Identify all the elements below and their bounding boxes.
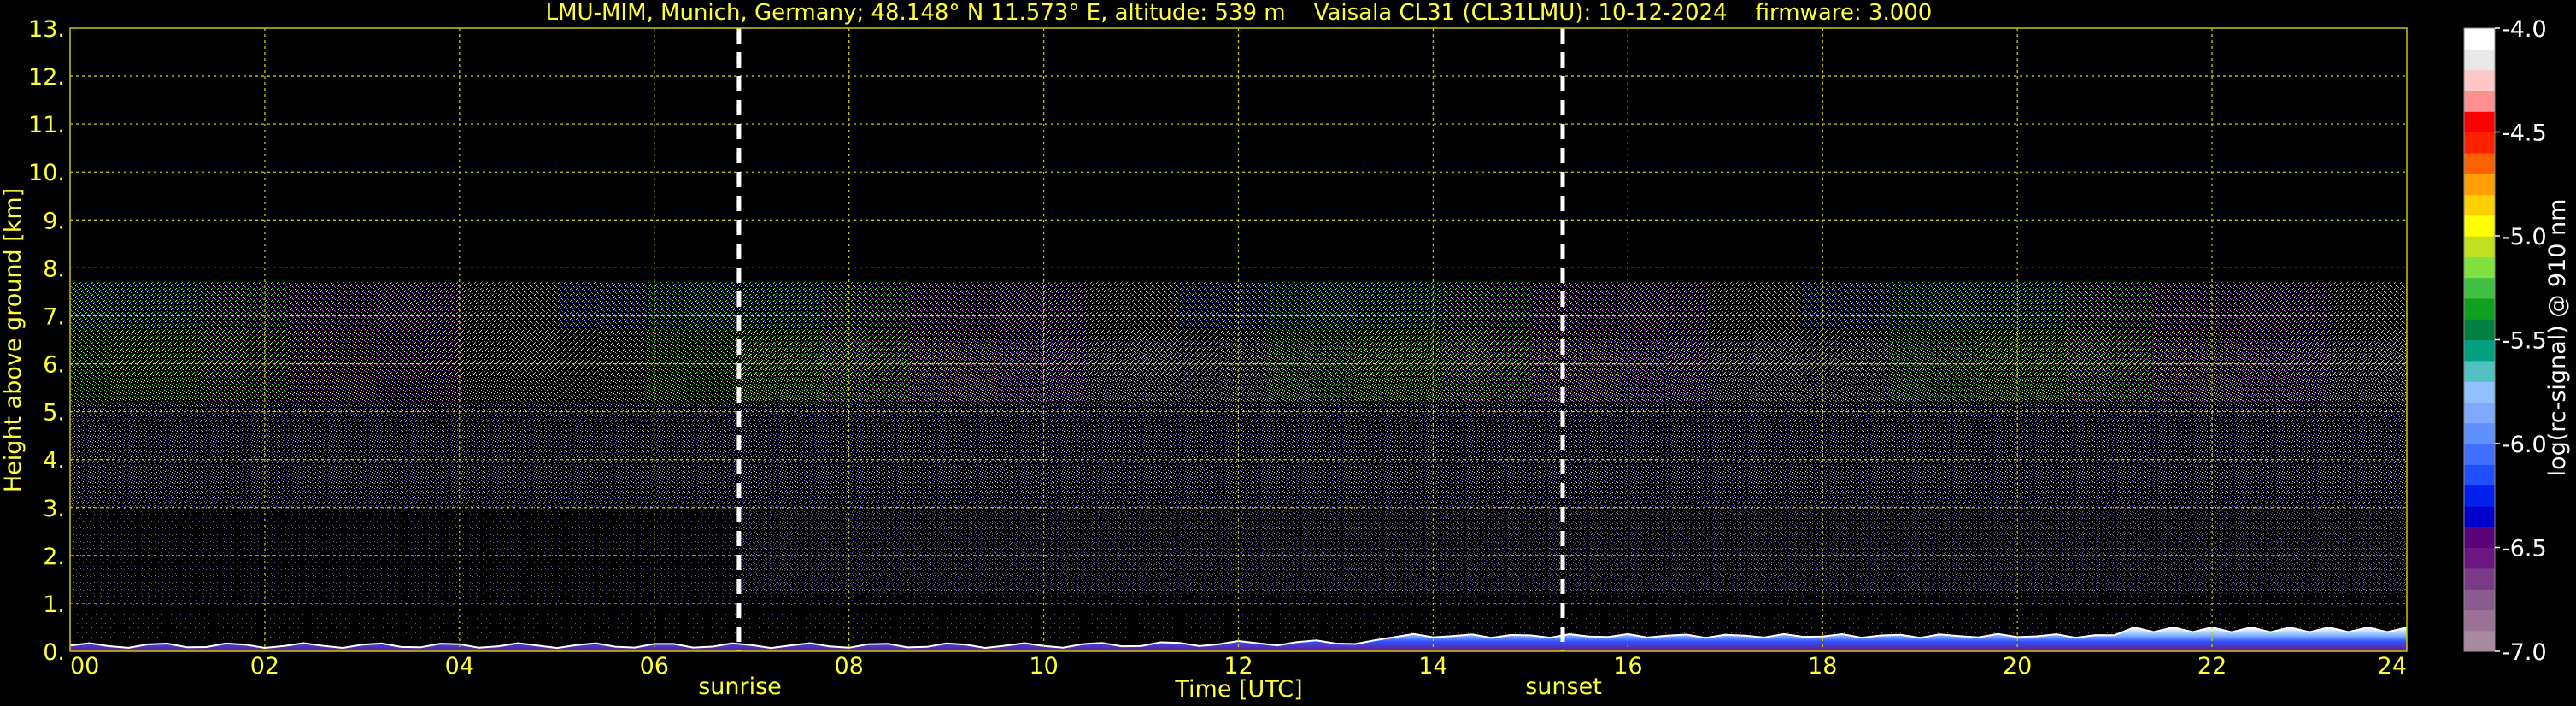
colorbar-segment [2464, 256, 2495, 279]
colorbar-segment [2464, 360, 2495, 382]
colorbar-segment [2464, 402, 2495, 424]
x-tick-label: 10 [1029, 653, 1058, 680]
colorbar-segment [2464, 444, 2495, 465]
y-tick-label: 5. [43, 400, 65, 427]
colorbar-segment [2464, 132, 2495, 154]
y-tick-label: 13. [28, 16, 65, 43]
x-tick-label: 02 [250, 653, 279, 680]
colorbar-label: log(rc-signal) @ 910 nm [2544, 199, 2571, 477]
y-axis-label: Height above ground [km] [0, 188, 26, 492]
sunrise-label: sunrise [698, 674, 782, 700]
colorbar-segment [2464, 194, 2495, 216]
colorbar-segment [2464, 568, 2495, 590]
colorbar-tick-label: -4.5 [2502, 121, 2547, 147]
x-tick-label: 18 [1808, 653, 1837, 680]
x-tick-label: 20 [2003, 653, 2032, 680]
colorbar-segment [2464, 505, 2495, 527]
colorbar-tick-label: -4.0 [2502, 16, 2547, 43]
y-tick-label: 8. [43, 256, 65, 282]
x-tick-label: 22 [2198, 653, 2227, 680]
y-tick-label: 0. [43, 639, 65, 666]
colorbar-tick-labels: -4.0 -4.5 -5.0 -5.5 -6.0 -6.5 -7.0 [2495, 16, 2547, 666]
y-tick-label: 9. [43, 208, 65, 234]
y-tick-label: 3. [43, 496, 65, 522]
x-tick-label: 04 [445, 653, 474, 680]
x-axis-label: Time [UTC] [1174, 676, 1302, 703]
ceilometer-backscatter-chart: 0. 1. 2. 3. 4. 5. 6. 7. 8. 9. 10. 11. 12. 13. 00 02 04 0… [0, 0, 2571, 703]
y-tick-label: 1. [43, 591, 65, 618]
y-tick-label: 12. [28, 64, 65, 91]
sunset-label: sunset [1525, 674, 1602, 700]
colorbar-tick-label: -6.0 [2502, 432, 2547, 458]
colorbar-segment [2464, 609, 2495, 632]
colorbar-segment [2464, 422, 2495, 444]
colorbar-segment [2464, 174, 2495, 195]
colorbar [2463, 27, 2496, 652]
x-tick-label: 00 [70, 653, 99, 680]
y-tick-label: 6. [43, 352, 65, 379]
y-tick-label: 7. [43, 303, 65, 330]
chart-title: LMU-MIM, Munich, Germany; 48.148° N 11.5… [546, 0, 1933, 26]
y-tick-label: 10. [28, 160, 65, 186]
colorbar-segment [2464, 630, 2495, 652]
colorbar-segment [2464, 236, 2495, 257]
x-tick-label: 14 [1418, 653, 1447, 680]
colorbar-tick-label: -7.0 [2502, 639, 2547, 666]
colorbar-segment [2464, 381, 2495, 403]
colorbar-segment [2464, 111, 2495, 133]
colorbar-segment [2464, 527, 2495, 549]
y-tick-label: 4. [43, 448, 65, 474]
colorbar-segment [2464, 297, 2495, 320]
colorbar-segment [2464, 277, 2495, 299]
colorbar-tick-label: -6.5 [2502, 536, 2547, 562]
colorbar-segment [2464, 485, 2495, 507]
x-tick-label: 08 [834, 653, 863, 680]
colorbar-segment [2464, 28, 2495, 50]
x-tick-label: 06 [640, 653, 669, 680]
colorbar-segment [2464, 152, 2495, 174]
y-tick-labels: 0. 1. 2. 3. 4. 5. 6. 7. 8. 9. 10. 11. 12. 13. [28, 16, 65, 666]
colorbar-segment [2464, 464, 2495, 486]
colorbar-segment [2464, 319, 2495, 341]
y-tick-label: 2. [43, 544, 65, 570]
x-tick-label: 24 [2378, 653, 2407, 680]
y-tick-label: 11. [28, 112, 65, 138]
colorbar-segment [2464, 49, 2495, 71]
colorbar-segment [2464, 90, 2495, 112]
colorbar-tick-label: -5.5 [2502, 328, 2547, 355]
colorbar-segment [2464, 215, 2495, 237]
x-tick-label: 16 [1613, 653, 1642, 680]
colorbar-tick-label: -5.0 [2502, 224, 2547, 250]
colorbar-segment [2464, 547, 2495, 569]
colorbar-segment [2464, 339, 2495, 362]
colorbar-segment [2464, 69, 2495, 91]
colorbar-segment [2464, 589, 2495, 610]
